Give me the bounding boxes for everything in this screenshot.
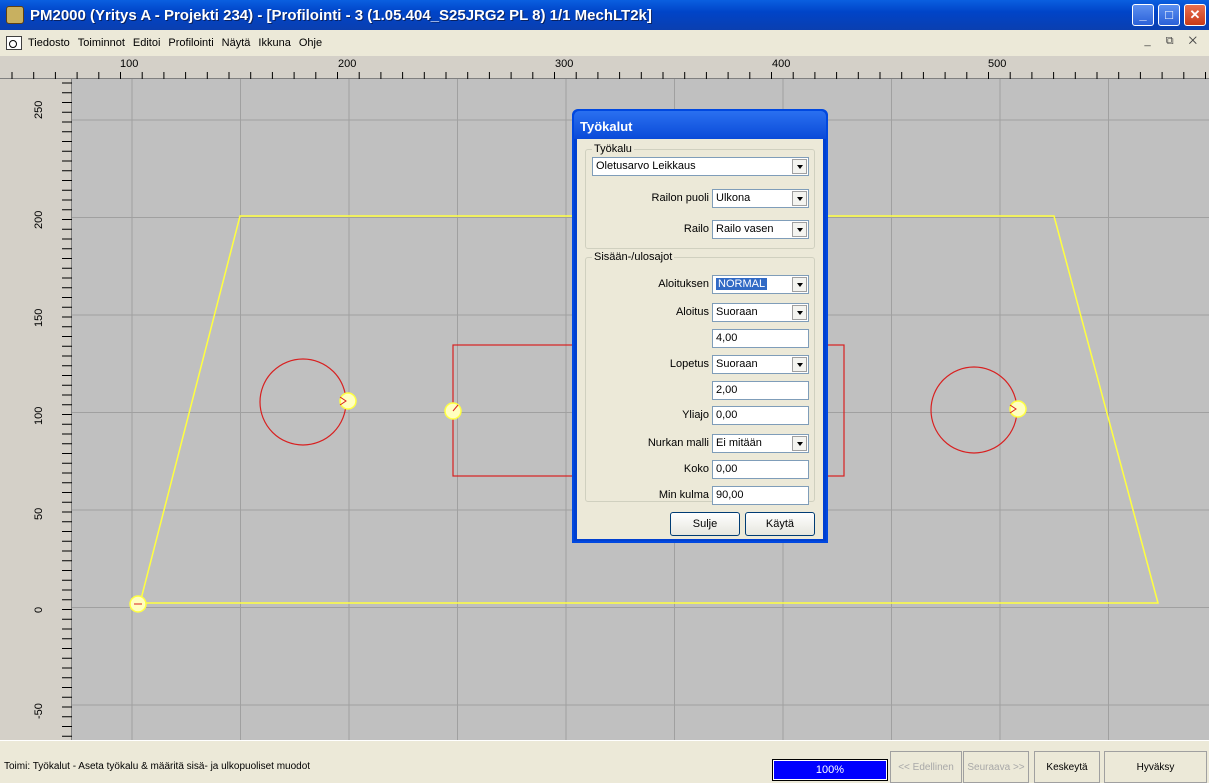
ruler-horizontal-svg: 100 200 300 400 500 — [11, 58, 1206, 79]
ruler-label-200: 200 — [338, 58, 356, 70]
menu-file[interactable]: Tiedosto — [28, 37, 70, 49]
document-icon[interactable] — [6, 36, 22, 50]
dialog-title[interactable]: Työkalut — [574, 111, 826, 139]
kerf-side-select[interactable]: Ulkona — [712, 189, 809, 208]
start-type-value: NORMAL — [716, 278, 768, 290]
mdi-window-buttons[interactable]: _ ⧉ ✕ — [1145, 35, 1203, 48]
start-type-label: Aloituksen — [658, 278, 709, 290]
dialog-body: Työkalu Oletusarvo Leikkaus Railon puoli… — [577, 139, 823, 539]
chevron-down-icon[interactable] — [792, 222, 807, 237]
menu-actions[interactable]: Toiminnot — [78, 37, 125, 49]
next-button[interactable]: Seuraava >> — [963, 751, 1029, 783]
pierce-point-right-hole[interactable] — [1009, 400, 1027, 418]
overrun-label: Yliajo — [682, 409, 709, 421]
menu-help[interactable]: Ohje — [299, 37, 322, 49]
app-icon — [6, 6, 24, 24]
size-field[interactable]: 0,00 — [712, 460, 809, 479]
previous-button[interactable]: << Edellinen — [890, 751, 962, 783]
window-title: PM2000 (Yritys A - Projekti 234) - [Prof… — [30, 6, 652, 24]
corner-value: Ei mitään — [716, 437, 762, 449]
hole-circle-right[interactable] — [930, 366, 1018, 454]
kerf-side-value: Ulkona — [716, 192, 751, 204]
start-type-select[interactable]: NORMAL — [712, 275, 809, 294]
ruler-label-400: 400 — [772, 58, 790, 70]
min-angle-label: Min kulma — [658, 489, 709, 501]
ruler-label-250: 250 — [33, 101, 45, 119]
ruler-vertical: 250 200 150 100 50 0 -50 — [0, 79, 72, 740]
tool-select-value: Oletusarvo Leikkaus — [596, 160, 696, 172]
ruler-label-100: 100 — [120, 58, 138, 70]
status-bar: Toimi: Työkalut - Aseta työkalu & määrit… — [0, 740, 1209, 783]
apply-button[interactable]: Käytä — [745, 512, 815, 536]
menu-window[interactable]: Ikkuna — [258, 37, 290, 49]
tools-dialog: Työkalut Työkalu Oletusarvo Leikkaus Rai… — [572, 109, 828, 543]
lead-group-legend: Sisään-/ulosajot — [592, 251, 675, 263]
min-angle-field[interactable]: 90,00 — [712, 486, 809, 505]
lead-out-select[interactable]: Suoraan — [712, 355, 809, 374]
minimize-button[interactable]: _ — [1132, 4, 1154, 26]
menu-profiling[interactable]: Profilointi — [168, 37, 213, 49]
progress-bar: 100% — [772, 759, 888, 781]
lead-in-label: Aloitus — [675, 306, 709, 318]
ruler-label-150: 150 — [33, 309, 45, 327]
lead-out-value: Suoraan — [716, 358, 758, 370]
lead-in-value: Suoraan — [716, 306, 758, 318]
ruler-label-300: 300 — [555, 58, 573, 70]
kerf-select[interactable]: Railo vasen — [712, 220, 809, 239]
kerf-value: Railo vasen — [716, 223, 774, 235]
ruler-label-100v: 100 — [33, 407, 45, 425]
close-dialog-button[interactable]: Sulje — [670, 512, 740, 536]
chevron-down-icon[interactable] — [792, 357, 807, 372]
ruler-label-200v: 200 — [33, 211, 45, 229]
kerf-side-label: Railon puoli — [651, 192, 709, 204]
lead-out-length-field[interactable]: 2,00 — [712, 381, 809, 400]
cancel-button[interactable]: Keskeytä — [1034, 751, 1100, 783]
ruler-label-50: 50 — [33, 508, 45, 520]
menu-bar: Tiedosto Toiminnot Editoi Profilointi Nä… — [0, 30, 1209, 56]
ruler-label-0: 0 — [33, 607, 45, 613]
menu-edit[interactable]: Editoi — [133, 37, 161, 49]
ruler-label-minus50: -50 — [33, 703, 45, 719]
ruler-vertical-svg: 250 200 150 100 50 0 -50 — [33, 82, 72, 737]
ruler-horizontal: 100 200 300 400 500 — [0, 56, 1209, 79]
chevron-down-icon[interactable] — [792, 436, 807, 451]
lead-in-select[interactable]: Suoraan — [712, 303, 809, 322]
overrun-field[interactable]: 0,00 — [712, 406, 809, 425]
progress-label: 100% — [815, 764, 845, 776]
menu-view[interactable]: Näytä — [222, 37, 251, 49]
pierce-point-rectangle[interactable] — [444, 402, 462, 420]
maximize-button[interactable]: □ — [1158, 4, 1180, 26]
kerf-label: Railo — [683, 223, 709, 235]
pierce-point-left-hole[interactable] — [339, 392, 357, 410]
lead-out-label: Lopetus — [669, 358, 709, 370]
close-button[interactable]: ✕ — [1184, 4, 1206, 26]
tool-select[interactable]: Oletusarvo Leikkaus — [592, 157, 809, 176]
status-text: Toimi: Työkalut - Aseta työkalu & määrit… — [4, 761, 311, 772]
corner-select[interactable]: Ei mitään — [712, 434, 809, 453]
hole-circle-left[interactable] — [259, 358, 347, 446]
chevron-down-icon[interactable] — [792, 277, 807, 292]
ruler-label-500: 500 — [988, 58, 1006, 70]
corner-label: Nurkan malli — [647, 437, 709, 449]
title-bar: PM2000 (Yritys A - Projekti 234) - [Prof… — [0, 0, 1209, 30]
chevron-down-icon[interactable] — [792, 191, 807, 206]
tool-group-legend: Työkalu — [592, 143, 634, 155]
pierce-point-outline[interactable] — [129, 595, 147, 613]
chevron-down-icon[interactable] — [792, 159, 807, 174]
lead-in-length-field[interactable]: 4,00 — [712, 329, 809, 348]
chevron-down-icon[interactable] — [792, 305, 807, 320]
size-label: Koko — [683, 463, 709, 475]
accept-button[interactable]: Hyväksy — [1104, 751, 1207, 783]
